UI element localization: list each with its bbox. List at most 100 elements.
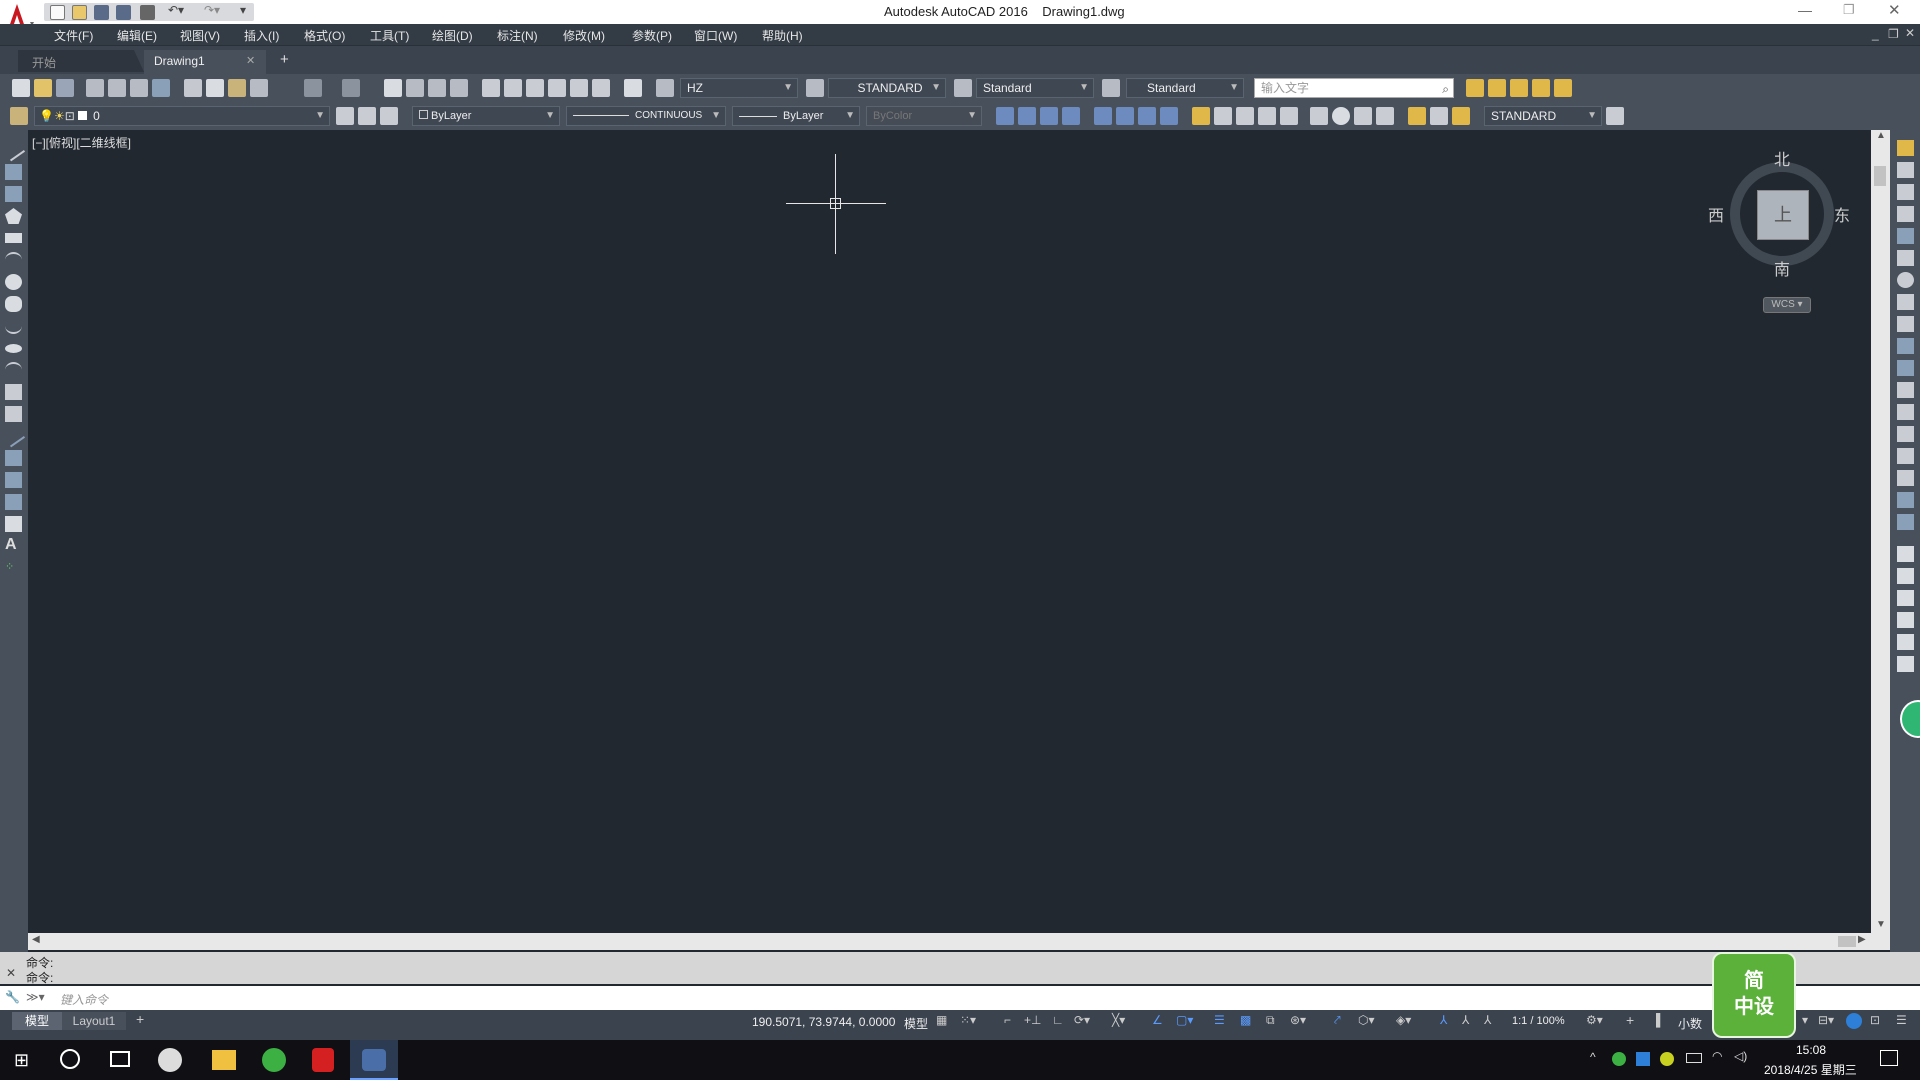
- object-snap-tracking-icon[interactable]: ∠: [1152, 1013, 1163, 1027]
- copy-icon[interactable]: [206, 79, 224, 97]
- lock-icon[interactable]: [1510, 79, 1528, 97]
- dim-update-icon[interactable]: [1452, 107, 1470, 125]
- dim-angular-icon[interactable]: [1160, 107, 1178, 125]
- tray-expand-icon[interactable]: ^: [1590, 1050, 1596, 1064]
- menu-modify[interactable]: 修改(M): [563, 27, 605, 44]
- quick-dim-icon[interactable]: [1192, 107, 1210, 125]
- wifi-icon[interactable]: ◠: [1712, 1049, 1722, 1063]
- rectangle-icon[interactable]: [5, 233, 22, 243]
- paste-icon[interactable]: [228, 79, 246, 97]
- annotation-monitor-icon[interactable]: +: [1626, 1012, 1634, 1028]
- tab-drawing1[interactable]: Drawing1 ✕: [144, 50, 266, 74]
- tool-palettes-icon[interactable]: [526, 79, 544, 97]
- dynamic-input-icon[interactable]: +⊥: [1024, 1013, 1041, 1027]
- join-icon[interactable]: [1897, 426, 1914, 442]
- inspection-icon[interactable]: [1354, 107, 1372, 125]
- menu-file[interactable]: 文件(F): [54, 27, 93, 44]
- spline-icon[interactable]: [5, 318, 22, 334]
- break-icon[interactable]: [1897, 404, 1914, 420]
- tray-app-icon-3[interactable]: [1660, 1052, 1674, 1066]
- erase-icon[interactable]: [1897, 140, 1914, 156]
- draworder-front-icon[interactable]: [1897, 546, 1914, 562]
- plot-icon[interactable]: [140, 5, 155, 20]
- tray-app-icon-2[interactable]: [1636, 1052, 1650, 1066]
- transparency-icon[interactable]: ▩: [1240, 1013, 1251, 1027]
- text-style-icon[interactable]: [656, 79, 674, 97]
- dim-aligned-icon[interactable]: [1018, 107, 1036, 125]
- open-icon[interactable]: [72, 5, 87, 20]
- doc-restore-icon[interactable]: ❐: [1888, 27, 1899, 41]
- object-snap-icon[interactable]: ▢▾: [1176, 1013, 1193, 1027]
- table-icon[interactable]: [5, 516, 22, 532]
- move-icon[interactable]: [1897, 250, 1914, 266]
- selection-cycling-icon[interactable]: ⧉: [1266, 1013, 1275, 1028]
- workspace-switch-icon[interactable]: ⚙▾: [1586, 1013, 1603, 1027]
- annotation-scale-select[interactable]: 1:1 / 100%: [1512, 1015, 1565, 1027]
- undo-icon[interactable]: ↶▾: [168, 3, 184, 17]
- draworder-under-icon[interactable]: [1897, 612, 1914, 628]
- dim-break-icon[interactable]: [1280, 107, 1298, 125]
- copy-object-icon[interactable]: [1897, 162, 1914, 178]
- doc-close-icon[interactable]: ✕: [1905, 26, 1915, 40]
- compass-south[interactable]: 南: [1774, 256, 1790, 280]
- cut-icon[interactable]: [184, 79, 202, 97]
- command-recent-icon[interactable]: ≫▾: [26, 990, 45, 1004]
- polyline-icon[interactable]: [5, 186, 22, 202]
- search-input[interactable]: 输入文字 ⌕: [1254, 78, 1454, 98]
- notification-center-icon[interactable]: [1880, 1050, 1898, 1066]
- redo-icon[interactable]: [342, 79, 360, 97]
- battery-icon[interactable]: [1686, 1053, 1702, 1063]
- tab-layout1[interactable]: Layout1: [62, 1012, 126, 1030]
- redo-icon[interactable]: ↷▾: [204, 3, 220, 17]
- menu-format[interactable]: 格式(O): [304, 27, 345, 44]
- windows-start-icon[interactable]: ⊞: [14, 1050, 29, 1071]
- compass-east[interactable]: 东: [1834, 202, 1850, 226]
- add-layout-button[interactable]: +: [136, 1011, 144, 1027]
- arc-icon[interactable]: [5, 252, 22, 268]
- mtext-icon[interactable]: A: [5, 536, 22, 553]
- layer-previous-icon[interactable]: [358, 107, 376, 125]
- dynamic-ucs-icon[interactable]: ⤤: [1334, 1013, 1341, 1028]
- 3d-osnap-icon[interactable]: ⊛▾: [1290, 1013, 1306, 1027]
- revcloud-icon[interactable]: [5, 296, 22, 312]
- vertical-scrollbar[interactable]: ▲ ▼: [1871, 130, 1890, 933]
- horizontal-scrollbar[interactable]: ◀ ▶: [28, 933, 1890, 950]
- lineweight-select[interactable]: ByLayer ▼: [732, 106, 860, 126]
- binoculars-icon[interactable]: ⌕: [1442, 80, 1449, 98]
- viewport-controls-label[interactable]: [−][俯视][二维线框]: [32, 134, 131, 151]
- plot-icon[interactable]: [86, 79, 104, 97]
- search-icon[interactable]: [60, 1049, 80, 1069]
- viewcube[interactable]: 上 北 南 西 东: [1708, 152, 1850, 279]
- isodraft-icon[interactable]: ╳▾: [1112, 1013, 1125, 1027]
- isolate-objects-icon[interactable]: ▌: [1656, 1013, 1665, 1027]
- clock-date[interactable]: 2018/4/25 星期三: [1764, 1061, 1857, 1078]
- draworder-above-icon[interactable]: [1897, 590, 1914, 606]
- markup-icon[interactable]: [570, 79, 588, 97]
- tolerance-icon[interactable]: [1310, 107, 1328, 125]
- task-view-icon[interactable]: [110, 1051, 130, 1067]
- zoom-previous-icon[interactable]: [450, 79, 468, 97]
- viewcube-top-face[interactable]: 上: [1757, 190, 1809, 240]
- infer-constraints-icon[interactable]: ⌐: [1004, 1013, 1011, 1027]
- dim-style-select-2[interactable]: STANDARD ▼: [1484, 106, 1602, 126]
- volume-icon[interactable]: ◁): [1734, 1049, 1747, 1063]
- line-icon[interactable]: [1, 138, 26, 162]
- insert-block-icon[interactable]: [5, 384, 22, 400]
- ortho-icon[interactable]: ∟: [1052, 1013, 1064, 1027]
- speed-indicator-badge[interactable]: [1900, 700, 1920, 738]
- clean-screen-icon[interactable]: ⊡: [1870, 1013, 1880, 1027]
- multileader-style-icon[interactable]: [1102, 79, 1120, 97]
- annotation-scale-icon[interactable]: ⅄: [1484, 1013, 1491, 1027]
- restore-icon[interactable]: ❐: [1843, 2, 1855, 18]
- scroll-down-icon[interactable]: ▼: [1876, 919, 1886, 930]
- wcs-menu[interactable]: WCS ▾: [1763, 297, 1811, 313]
- menu-dimension[interactable]: 标注(N): [497, 27, 538, 44]
- save-as-icon[interactable]: [116, 5, 131, 20]
- customization-icon[interactable]: ☰: [1896, 1013, 1907, 1027]
- save-icon[interactable]: [94, 5, 109, 20]
- hardware-acceleration-icon[interactable]: [1846, 1013, 1862, 1029]
- hatch-to-back-icon[interactable]: [1897, 656, 1914, 672]
- horizontal-scroll-thumb[interactable]: [1838, 936, 1856, 947]
- auto-scale-icon[interactable]: ⅄: [1462, 1013, 1469, 1027]
- tab-model[interactable]: 模型: [12, 1012, 62, 1030]
